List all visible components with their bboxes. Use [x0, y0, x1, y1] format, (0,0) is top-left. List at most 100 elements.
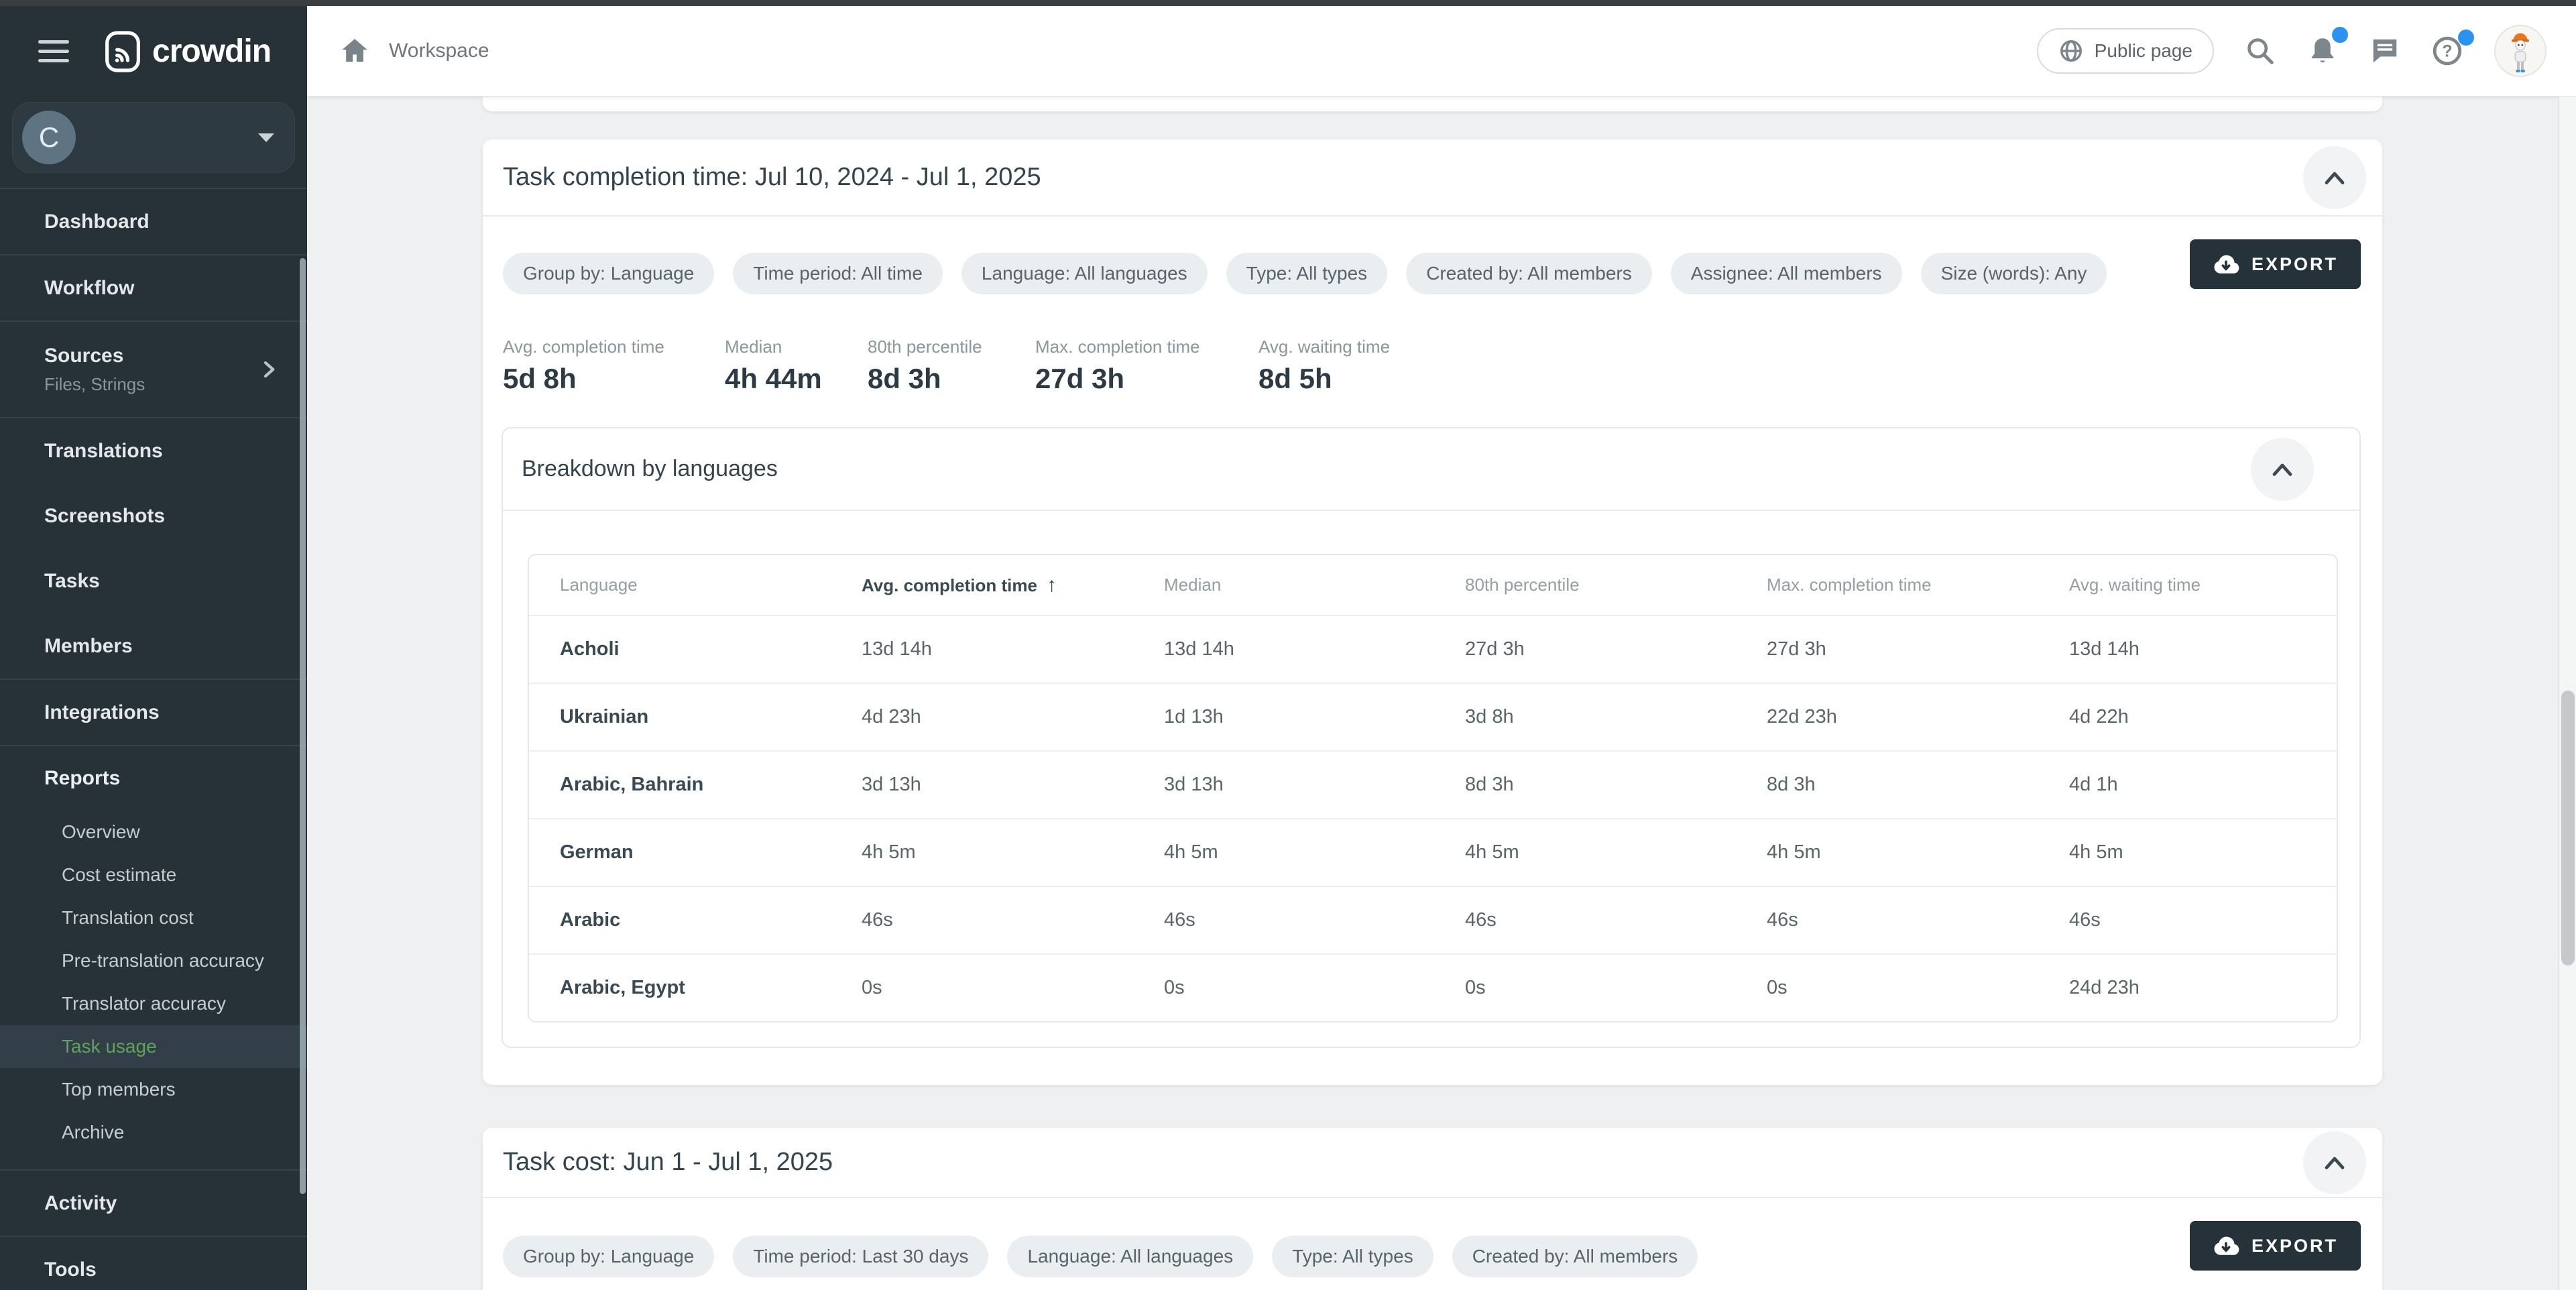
value-cell: 4h 5m — [1465, 818, 1767, 886]
nav-group: SourcesFiles, Strings — [0, 322, 307, 418]
nav-group: Reports Overview Cost estimate Translation … — [0, 746, 307, 1171]
sidebar-item-task-usage[interactable]: Task usage — [0, 1025, 307, 1068]
home-icon[interactable] — [339, 36, 370, 66]
topbar-actions: Public page ? — [2037, 25, 2546, 77]
breakdown-header: Breakdown by languages — [503, 428, 2359, 511]
chevron-up-icon — [2323, 1155, 2346, 1171]
collapse-breakdown-button[interactable] — [2251, 438, 2314, 501]
breadcrumb-workspace[interactable]: Workspace — [389, 40, 489, 62]
sidebar-item-translation-cost[interactable]: Translation cost — [0, 896, 307, 939]
sidebar-item-reports[interactable]: Reports — [0, 746, 307, 811]
notifications-icon[interactable] — [2306, 35, 2339, 67]
language-cell: Arabic, Bahrain — [529, 750, 862, 818]
filter-chip-type[interactable]: Type: All types — [1226, 253, 1388, 294]
main-content: Task completion time: Jul 10, 2024 - Jul… — [307, 97, 2558, 1290]
value-cell: 0s — [1465, 953, 1767, 1021]
help-badge — [2458, 30, 2474, 46]
filter-chip-group-by[interactable]: Group by: Language — [503, 1236, 714, 1277]
window-chrome-strip — [0, 0, 2576, 6]
sidebar-item-translator-accuracy[interactable]: Translator accuracy — [0, 982, 307, 1025]
sidebar-item-workflow[interactable]: Workflow — [0, 255, 307, 320]
filter-chip-type[interactable]: Type: All types — [1272, 1236, 1433, 1277]
messages-icon[interactable] — [2369, 36, 2400, 66]
stat-avg-completion-time: Avg. completion time5d 8h — [503, 336, 725, 395]
column-header-language[interactable]: Language — [529, 555, 862, 615]
help-icon[interactable]: ? — [2431, 35, 2463, 67]
completion-filters-bar: Group by: Language Time period: All time L… — [483, 217, 2382, 294]
sidebar-item-members[interactable]: Members — [0, 613, 307, 679]
collapse-task-cost-button[interactable] — [2303, 1131, 2366, 1194]
collapse-task-completion-button[interactable] — [2303, 146, 2366, 209]
sidebar-item-text: SourcesFiles, Strings — [44, 345, 145, 395]
sidebar-header: crowdin — [0, 6, 307, 97]
completion-filters: Group by: Language Time period: All time L… — [503, 253, 2181, 294]
project-avatar: C — [22, 111, 76, 164]
sidebar-item-label: Reports — [44, 767, 120, 790]
breakdown-card: Breakdown by languages LanguageAvg. comp… — [502, 427, 2361, 1048]
cost-filters-bar: Group by: Language Time period: Last 30 d… — [483, 1198, 2382, 1277]
column-header-80th-percentile[interactable]: 80th percentile — [1465, 555, 1767, 615]
public-page-button[interactable]: Public page — [2037, 28, 2214, 74]
sidebar-item-translations[interactable]: Translations — [0, 418, 307, 483]
page-scrollbar[interactable] — [2558, 97, 2576, 1290]
search-icon[interactable] — [2245, 36, 2276, 66]
sidebar-item-label: Screenshots — [44, 505, 165, 528]
export-completion-button[interactable]: EXPORT — [2190, 239, 2361, 289]
user-avatar[interactable] — [2494, 25, 2546, 77]
value-cell: 4h 5m — [1164, 818, 1465, 886]
sidebar-item-overview[interactable]: Overview — [0, 811, 307, 854]
sidebar-item-integrations[interactable]: Integrations — [0, 680, 307, 745]
filter-chip-language[interactable]: Language: All languages — [1007, 1236, 1253, 1277]
filter-chip-created-by[interactable]: Created by: All members — [1406, 253, 1652, 294]
nav-group: Tools — [0, 1237, 307, 1290]
sidebar-item-tools[interactable]: Tools — [0, 1237, 307, 1290]
page-scrollbar-thumb[interactable] — [2561, 691, 2575, 965]
value-cell: 0s — [862, 953, 1164, 1021]
language-cell: German — [529, 818, 862, 886]
export-cost-button[interactable]: EXPORT — [2190, 1221, 2361, 1271]
filter-chip-group-by[interactable]: Group by: Language — [503, 253, 714, 294]
column-header-median[interactable]: Median — [1164, 555, 1465, 615]
value-cell: 3d 13h — [1164, 750, 1465, 818]
task-completion-card: Task completion time: Jul 10, 2024 - Jul… — [483, 139, 2382, 1085]
filter-chip-created-by[interactable]: Created by: All members — [1452, 1236, 1698, 1277]
filter-chip-time-period[interactable]: Time period: All time — [733, 253, 943, 294]
sidebar-item-label: Sources — [44, 345, 145, 367]
filter-chip-assignee[interactable]: Assignee: All members — [1671, 253, 1902, 294]
stat-value: 27d 3h — [1035, 363, 1258, 395]
breadcrumb: Workspace — [339, 36, 489, 66]
crowdin-logo[interactable]: crowdin — [104, 30, 271, 74]
stat-label: Avg. completion time — [503, 336, 725, 357]
filter-chip-time-period[interactable]: Time period: Last 30 days — [733, 1236, 988, 1277]
column-header-avg-completion-time[interactable]: Avg. completion time↑ — [862, 555, 1164, 615]
column-header-label: 80th percentile — [1465, 575, 1580, 595]
language-cell: Arabic — [529, 886, 862, 953]
sidebar-item-dashboard[interactable]: Dashboard — [0, 189, 307, 254]
sidebar-item-archive[interactable]: Archive — [0, 1111, 307, 1154]
sidebar-item-top-members[interactable]: Top members — [0, 1068, 307, 1111]
filter-chip-size-words[interactable]: Size (words): Any — [1921, 253, 2107, 294]
sidebar-item-tasks[interactable]: Tasks — [0, 548, 307, 613]
value-cell: 13d 14h — [2069, 615, 2337, 683]
sidebar-item-screenshots[interactable]: Screenshots — [0, 483, 307, 548]
filter-chip-language[interactable]: Language: All languages — [961, 253, 1208, 294]
value-cell: 24d 23h — [2069, 953, 2337, 1021]
sidebar-item-cost-estimate[interactable]: Cost estimate — [0, 854, 307, 896]
breakdown-table-wrap: LanguageAvg. completion time↑Median80th … — [528, 554, 2338, 1022]
value-cell: 8d 3h — [1767, 750, 2069, 818]
sidebar-item-sources[interactable]: SourcesFiles, Strings — [0, 322, 307, 417]
sidebar-item-activity[interactable]: Activity — [0, 1171, 307, 1236]
value-cell: 46s — [862, 886, 1164, 953]
column-header-avg-waiting-time[interactable]: Avg. waiting time — [2069, 555, 2337, 615]
value-cell: 13d 14h — [1164, 615, 1465, 683]
sidebar-item-pre-translation-accuracy[interactable]: Pre-translation accuracy — [0, 939, 307, 982]
svg-text:?: ? — [2442, 42, 2452, 60]
sidebar-item-label: Task usage — [62, 1036, 157, 1057]
sidebar-item-label: Cost estimate — [62, 864, 176, 886]
column-header-max-completion-time[interactable]: Max. completion time — [1767, 555, 2069, 615]
project-selector[interactable]: C — [12, 102, 295, 173]
value-cell: 4d 1h — [2069, 750, 2337, 818]
column-header-label: Avg. waiting time — [2069, 575, 2201, 595]
sidebar-scrollbar-thumb[interactable] — [300, 258, 306, 1194]
menu-icon[interactable] — [38, 40, 69, 62]
